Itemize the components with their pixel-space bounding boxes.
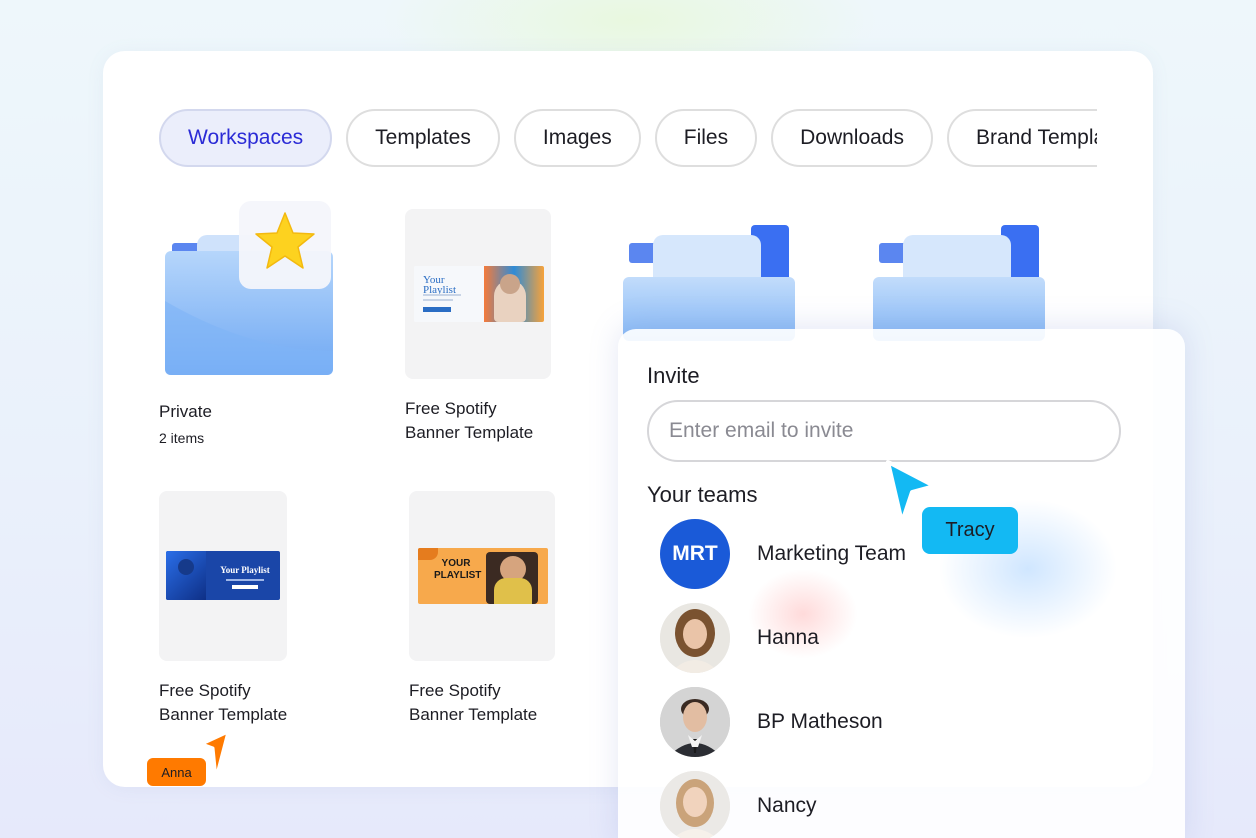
invite-panel: Invite Your teams MRT Marketing Team Han… (618, 329, 1185, 838)
banner-text: YOUR PLAYLIST (434, 558, 482, 581)
folder-icon (873, 225, 1045, 341)
cursor-label-anna: Anna (147, 758, 206, 786)
banner-text: Your Playlist (220, 565, 270, 575)
invite-label: Invite (647, 363, 700, 388)
person-avatar-icon (660, 771, 730, 838)
tab-images[interactable]: Images (513, 109, 641, 167)
category-tabs: Workspaces Templates Images Files Downlo… (159, 108, 1097, 168)
item-title-line2: Banner Template (405, 423, 534, 442)
avatar (660, 687, 730, 757)
member-name: Nancy (757, 794, 817, 817)
item-title-line2: Banner Template (409, 705, 538, 724)
banner-preview: YOUR PLAYLIST (418, 548, 548, 604)
member-name: BP Matheson (757, 710, 883, 733)
folder-icon (623, 225, 795, 341)
tab-templates[interactable]: Templates (346, 109, 500, 167)
avatar (660, 771, 730, 838)
tab-downloads[interactable]: Downloads (771, 109, 933, 167)
template-card[interactable]: YOUR PLAYLIST Free Spotify Banner Templa… (409, 491, 559, 731)
person-avatar-icon (660, 687, 730, 757)
banner-preview: Your Playlist (166, 551, 280, 600)
tab-workspaces[interactable]: Workspaces (159, 109, 333, 167)
person-avatar-icon (660, 603, 730, 673)
item-title-line1: Free Spotify (159, 681, 251, 700)
cursor-label-tracy: Tracy (922, 507, 1018, 554)
template-card[interactable]: Your Playlist Free Spotify Banner Templa… (159, 491, 309, 731)
item-title-line1: Free Spotify (409, 681, 501, 700)
avatar (660, 603, 730, 673)
template-card[interactable]: Your Playlist Free Spotify Banner Templa… (405, 209, 553, 449)
invite-email-input[interactable] (647, 400, 1121, 462)
item-title-line2: Banner Template (159, 705, 288, 724)
team-member-row[interactable]: Hanna (660, 603, 819, 673)
tab-brand-templates[interactable]: Brand Templates (947, 109, 1097, 167)
starred-folder-icon (165, 201, 333, 375)
team-member-row[interactable]: BP Matheson (660, 687, 883, 757)
your-teams-label: Your teams (647, 482, 758, 507)
item-subtitle: 2 items (159, 430, 205, 446)
banner-preview: Your Playlist (414, 266, 544, 322)
item-title-line1: Free Spotify (405, 399, 497, 418)
member-name: Hanna (757, 626, 819, 649)
team-member-row[interactable]: Nancy (660, 771, 817, 838)
item-title: Private (159, 402, 212, 421)
member-name: Marketing Team (757, 542, 907, 565)
banner-text: Your Playlist (423, 274, 457, 296)
tab-files[interactable]: Files (654, 109, 758, 167)
team-member-row[interactable]: MRT Marketing Team (660, 519, 906, 589)
avatar: MRT (660, 519, 730, 589)
private-folder-card[interactable]: Private 2 items (159, 201, 341, 461)
